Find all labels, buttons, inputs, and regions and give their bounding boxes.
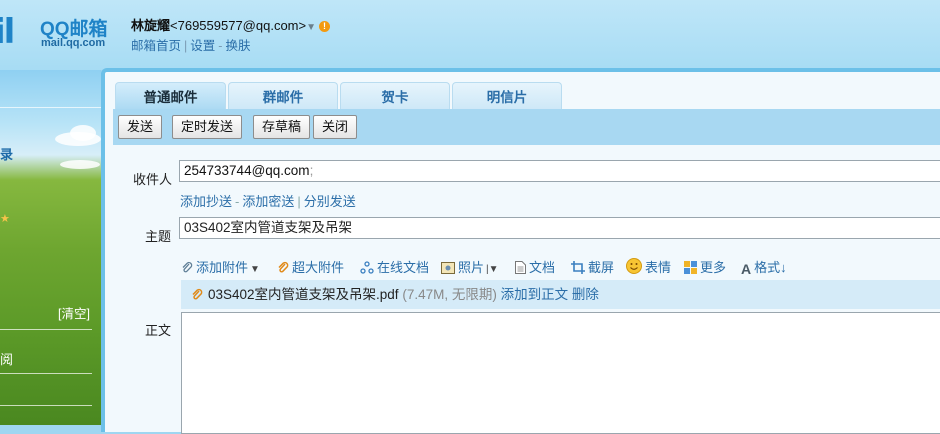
body-label: 正文 <box>145 323 172 338</box>
photo-icon <box>441 262 455 277</box>
user-info: 林旋耀<769559577@qq.com>▼! <box>131 15 331 34</box>
settings-link[interactable]: 设置 <box>190 39 215 53</box>
recipient-options: 添加抄送 - 添加密送 | 分别发送 <box>180 191 356 210</box>
top-header: il QQ邮箱 mail.qq.com 林旋耀<769559577@qq.com… <box>0 0 940 70</box>
screenshot-icon <box>571 261 585 277</box>
to-label: 收件人 <box>133 172 173 187</box>
large-paperclip-icon <box>277 261 289 277</box>
divider: | <box>297 194 301 209</box>
photo-label: 照片 <box>458 260 485 275</box>
user-name: 林旋耀 <box>131 18 171 33</box>
add-attachment-tool[interactable]: 添加附件 ▼ <box>181 257 260 277</box>
divider: | <box>184 39 188 53</box>
add-attachment-label: 添加附件 <box>196 260 249 275</box>
skin-link[interactable]: 换肤 <box>225 39 250 53</box>
user-email: <769559577@qq.com> <box>170 18 307 33</box>
paperclip-icon <box>181 261 193 277</box>
add-bcc-link[interactable]: 添加密送 <box>242 194 294 209</box>
photo-tool[interactable]: 照片 |▼ <box>441 257 499 277</box>
left-sidebar: 录 ★ [清空] 阅 <box>0 70 101 425</box>
attachment-paperclip-icon <box>191 282 203 311</box>
subject-field[interactable]: 03S402室内管道支架及吊架 <box>179 217 940 239</box>
recipient-separator: ; <box>309 163 314 178</box>
large-attachment-label: 超大附件 <box>292 260 345 275</box>
body-editor[interactable] <box>181 312 940 434</box>
delete-attachment-link[interactable]: 删除 <box>572 287 599 302</box>
tab-postcard[interactable]: 明信片 <box>452 82 562 112</box>
sidebar-divider <box>0 373 92 374</box>
format-tool[interactable]: A 格式↓ <box>741 257 787 277</box>
subject-label: 主题 <box>145 229 172 244</box>
chevron-down-icon[interactable]: |▼ <box>486 264 499 275</box>
smiley-icon <box>626 258 642 277</box>
share-doc-icon <box>360 261 374 277</box>
tab-group-mail[interactable]: 群邮件 <box>228 82 338 112</box>
sidebar-divider <box>0 107 101 108</box>
cloud-decoration <box>70 125 96 141</box>
recipient-chip[interactable]: 254733744@qq.com <box>184 163 310 178</box>
tab-normal-mail[interactable]: 普通邮件 <box>115 82 226 112</box>
save-draft-button[interactable]: 存草稿 <box>253 115 311 139</box>
cloud-decoration <box>60 160 100 169</box>
screenshot-tool[interactable]: 截屏 <box>571 257 614 277</box>
add-cc-link[interactable]: 添加抄送 <box>180 194 232 209</box>
logo-domain: mail.qq.com <box>41 37 106 49</box>
emoji-label: 表情 <box>645 260 672 275</box>
separate-send-link[interactable]: 分别发送 <box>304 194 356 209</box>
add-to-body-link[interactable]: 添加到正文 <box>501 287 569 302</box>
send-button[interactable]: 发送 <box>118 115 163 139</box>
document-tool[interactable]: 文档 <box>515 257 555 277</box>
grid-icon <box>684 261 697 277</box>
sidebar-item-read[interactable]: 阅 <box>0 349 13 368</box>
tab-greeting-card[interactable]: 贺卡 <box>340 82 450 112</box>
mailbox-home-link[interactable]: 邮箱首页 <box>131 39 181 53</box>
sidebar-divider <box>0 329 92 330</box>
close-button[interactable]: 关闭 <box>313 115 358 139</box>
to-field[interactable]: 254733744@qq.com; <box>179 160 940 182</box>
sidebar-divider <box>0 405 92 406</box>
top-links: 邮箱首页 | 设置 - 换肤 <box>131 35 250 54</box>
sidebar-item-record[interactable]: 录 <box>0 144 13 163</box>
screenshot-label: 截屏 <box>588 260 615 275</box>
document-label: 文档 <box>529 260 556 275</box>
online-doc-label: 在线文档 <box>377 260 430 275</box>
clear-link[interactable]: [清空] <box>58 303 90 322</box>
more-tool[interactable]: 更多 <box>684 257 726 277</box>
attachment-item: 03S402室内管道支架及吊架.pdf (7.47M, 无限期) 添加到正文 删… <box>181 280 940 309</box>
more-label: 更多 <box>700 260 727 275</box>
font-format-icon: A <box>741 261 752 277</box>
account-dropdown-icon[interactable]: ▼ <box>306 22 316 33</box>
large-attachment-tool[interactable]: 超大附件 <box>277 257 344 277</box>
emoji-tool[interactable]: 表情 <box>626 257 671 277</box>
logo-mark: il <box>0 12 15 52</box>
star-icon[interactable]: ★ <box>0 212 10 225</box>
timed-send-button[interactable]: 定时发送 <box>172 115 243 139</box>
online-doc-tool[interactable]: 在线文档 <box>360 257 429 277</box>
document-icon <box>515 261 526 277</box>
attachment-meta: (7.47M, 无限期) <box>402 287 497 302</box>
divider: - <box>218 39 223 53</box>
attachment-filename: 03S402室内管道支架及吊架.pdf <box>208 287 399 302</box>
divider: - <box>235 194 240 209</box>
format-label: 格式↓ <box>754 260 787 275</box>
chevron-down-icon[interactable]: ▼ <box>250 264 260 275</box>
compose-panel: 普通邮件 群邮件 贺卡 明信片 发送 定时发送 存草稿 关闭 收件人 25473… <box>101 68 940 434</box>
warning-icon[interactable]: ! <box>319 21 331 32</box>
